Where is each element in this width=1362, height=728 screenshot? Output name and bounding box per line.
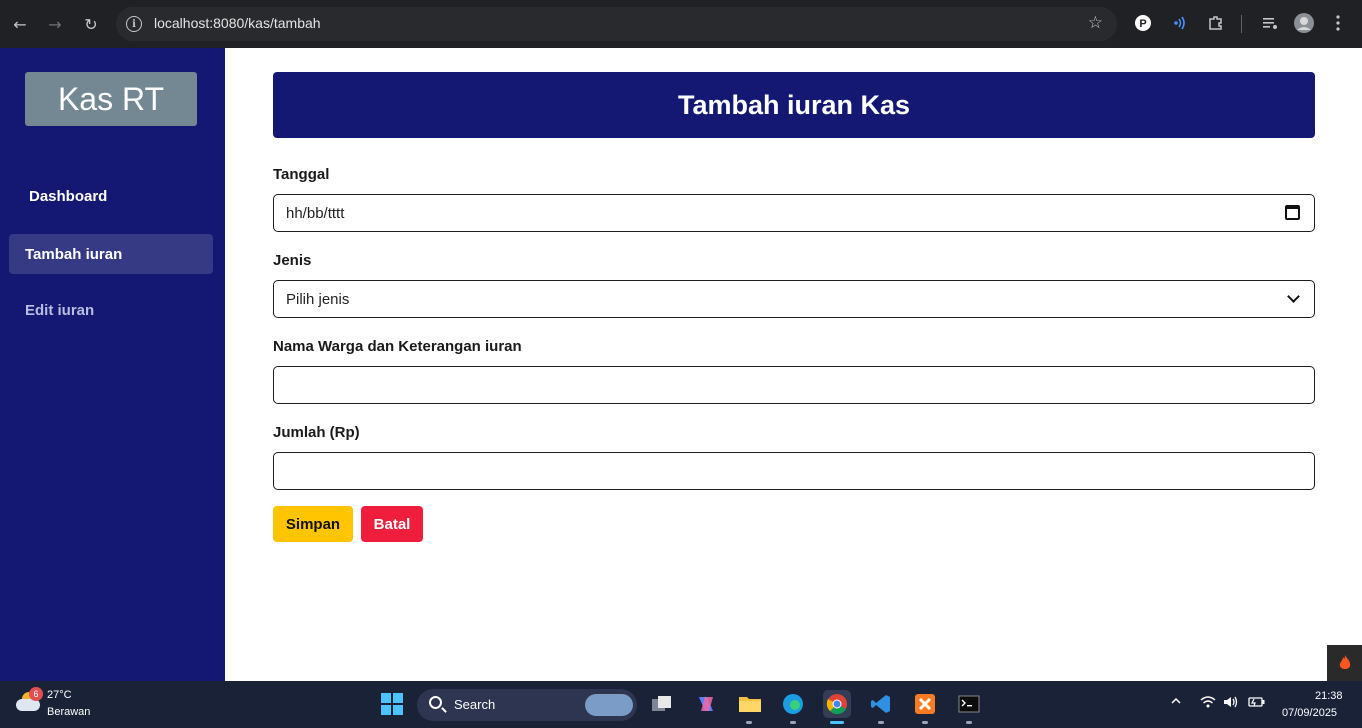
task-view-icon[interactable] [648, 690, 676, 718]
save-button[interactable]: Simpan [273, 506, 353, 542]
amount-input[interactable] [273, 452, 1315, 490]
speaker-icon[interactable] [1223, 695, 1239, 713]
type-label: Jenis [273, 252, 312, 269]
address-bar[interactable]: i localhost:8080/kas/tambah ☆ [116, 7, 1117, 41]
running-indicator [922, 721, 928, 724]
date-placeholder: hh/bb/tttt [286, 205, 345, 222]
svg-text:P: P [1139, 18, 1146, 30]
sidebar-item-dashboard[interactable]: Dashboard [9, 176, 213, 216]
type-select[interactable]: Pilih jenis [273, 280, 1315, 318]
name-input[interactable] [273, 366, 1315, 404]
chevron-down-icon [1287, 290, 1300, 303]
brand-logo[interactable]: Kas RT [25, 72, 197, 126]
reload-icon[interactable]: ↻ [79, 12, 103, 36]
calendar-icon[interactable] [1285, 205, 1300, 220]
sidebar-item-tambah-iuran[interactable]: Tambah iuran [9, 234, 213, 274]
weather-condition[interactable]: Berawan [47, 706, 90, 718]
terminal-icon[interactable] [955, 690, 983, 718]
running-indicator [790, 721, 796, 724]
forward-arrow-icon[interactable]: → [43, 12, 67, 36]
clock-time[interactable]: 21:38 [1315, 690, 1343, 702]
search-label: Search [454, 697, 496, 712]
chevron-up-icon[interactable] [1170, 695, 1182, 711]
bookmark-star-icon[interactable]: ☆ [1088, 13, 1103, 33]
xampp-icon[interactable] [911, 690, 939, 718]
wifi-icon[interactable] [1200, 695, 1216, 713]
amount-label: Jumlah (Rp) [273, 424, 360, 441]
menu-dots-icon[interactable] [1327, 12, 1349, 34]
p-extension-icon[interactable]: P [1132, 12, 1154, 34]
type-selected-value: Pilih jenis [286, 291, 350, 308]
flame-icon[interactable] [1327, 645, 1362, 681]
taskbar-search[interactable]: Search [417, 689, 637, 721]
running-indicator [878, 721, 884, 724]
weather-badge: 6 [29, 687, 43, 701]
sidebar-item-edit-iuran[interactable]: Edit iuran [9, 290, 213, 330]
toolbar-divider [1241, 15, 1242, 33]
puzzle-icon[interactable] [1205, 12, 1227, 34]
date-label: Tanggal [273, 166, 330, 183]
browser-toolbar: ← → ↻ i localhost:8080/kas/tambah ☆ P [0, 0, 1362, 48]
copilot-icon[interactable] [692, 690, 720, 718]
running-indicator [966, 721, 972, 724]
weather-temp[interactable]: 27°C [47, 689, 72, 701]
media-list-icon[interactable] [1259, 12, 1281, 34]
page-title: Tambah iuran Kas [273, 72, 1315, 138]
name-label: Nama Warga dan Keterangan iuran [273, 338, 522, 355]
vscode-icon[interactable] [867, 690, 895, 718]
profile-avatar[interactable] [1293, 12, 1315, 34]
date-input[interactable]: hh/bb/tttt [273, 194, 1315, 232]
back-arrow-icon[interactable]: ← [8, 12, 32, 36]
running-indicator [746, 721, 752, 724]
radio-waves-icon[interactable] [1168, 12, 1190, 34]
cancel-button[interactable]: Batal [361, 506, 423, 542]
address-url[interactable]: localhost:8080/kas/tambah [154, 15, 321, 31]
battery-icon[interactable] [1248, 695, 1266, 713]
chrome-icon[interactable] [823, 690, 851, 718]
search-highlight-image [585, 694, 633, 716]
search-icon [429, 696, 442, 709]
windows-start-icon[interactable] [381, 693, 403, 715]
active-indicator [830, 721, 844, 724]
edge-icon[interactable] [779, 690, 807, 718]
clock-date[interactable]: 07/09/2025 [1282, 707, 1337, 719]
file-explorer-icon[interactable] [736, 690, 764, 718]
sidebar: Kas RT Dashboard Tambah iuran Edit iuran [0, 48, 225, 681]
taskbar: 6 27°C Berawan Search 21:38 07/09/2025 [0, 681, 1362, 728]
site-info-icon[interactable]: i [126, 16, 142, 32]
